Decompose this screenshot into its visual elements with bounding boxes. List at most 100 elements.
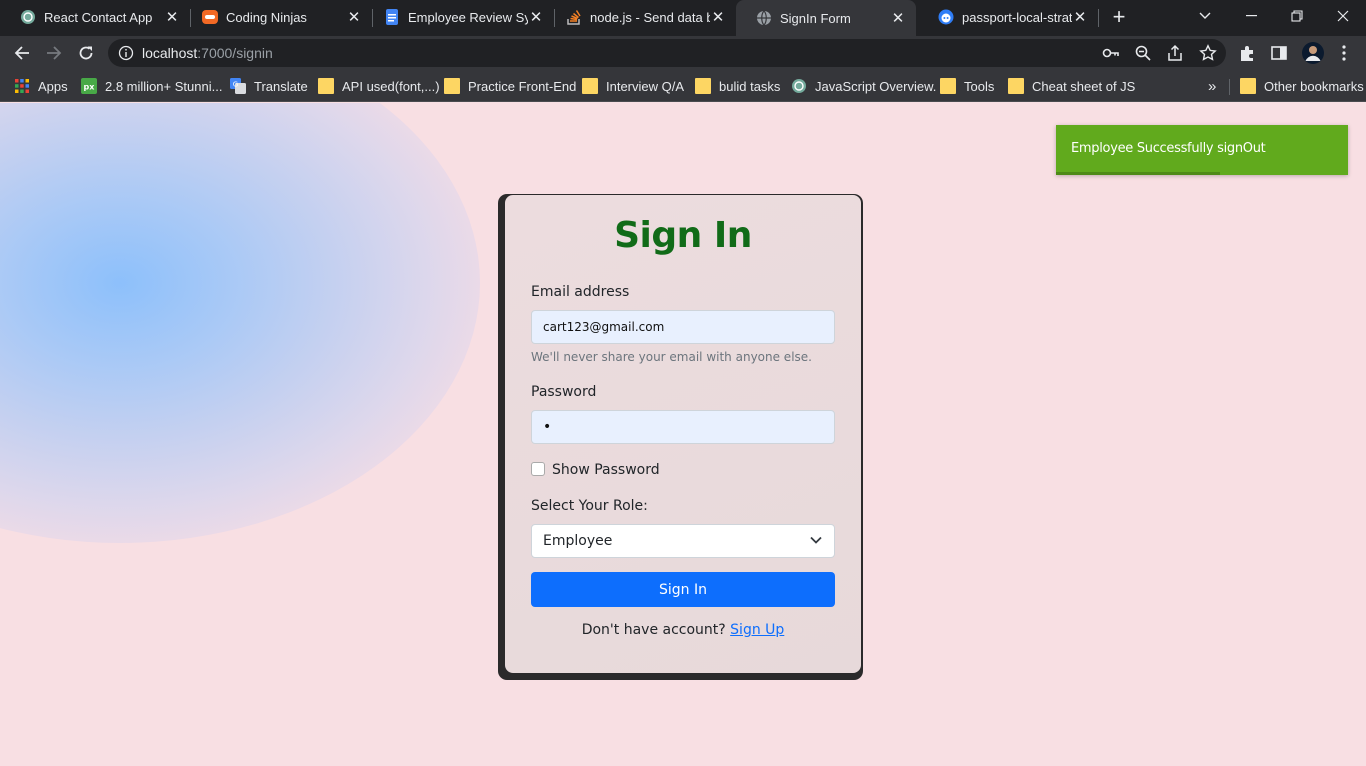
folder-icon <box>940 78 956 94</box>
pixabay-icon: px <box>81 78 97 94</box>
apps-grid-icon <box>15 79 29 93</box>
new-tab-button[interactable]: + <box>1108 6 1130 28</box>
zoom-icon[interactable] <box>1134 44 1152 62</box>
browser-toolbar: localhost:7000/signin <box>0 36 1366 70</box>
show-password-label[interactable]: Show Password <box>552 462 660 478</box>
google-translate-icon: G <box>230 78 246 94</box>
role-select[interactable]: Employee <box>531 524 835 558</box>
bookmark-folder-bulid[interactable]: bulid tasks <box>695 76 780 96</box>
folder-icon <box>1008 78 1024 94</box>
tab-nodejs-stackoverflow[interactable]: node.js - Send data ba ✕ <box>546 0 736 34</box>
share-icon[interactable] <box>1166 44 1184 62</box>
reload-button[interactable] <box>73 40 99 66</box>
bookmark-pixabay[interactable]: px 2.8 million+ Stunni... <box>81 76 222 96</box>
bookmark-javascript-overview[interactable]: JavaScript Overview. <box>791 76 936 96</box>
bookmark-translate[interactable]: G Translate <box>230 76 308 96</box>
bookmarks-overflow-button[interactable]: » <box>1208 76 1216 96</box>
avatar[interactable] <box>1302 42 1324 64</box>
svg-text:px: px <box>84 83 96 92</box>
stackoverflow-icon <box>567 10 581 25</box>
tab-title: Employee Review Syst <box>408 9 528 25</box>
tab-search-button[interactable] <box>1182 0 1228 32</box>
form-title: Sign In <box>614 215 752 256</box>
close-window-button[interactable] <box>1320 0 1366 32</box>
back-button[interactable] <box>9 40 35 66</box>
bookmark-label: bulid tasks <box>719 78 781 94</box>
close-icon[interactable]: ✕ <box>528 8 544 26</box>
folder-icon <box>695 78 711 94</box>
tab-employee-review[interactable]: Employee Review Syst ✕ <box>364 0 554 34</box>
toast-progress-bar <box>1056 172 1220 175</box>
more-menu-icon[interactable] <box>1335 44 1353 62</box>
bookmark-apps[interactable]: Apps <box>14 76 68 96</box>
email-field[interactable]: cart123@gmail.com <box>531 310 835 344</box>
bookmark-label: Practice Front-End <box>468 78 577 94</box>
arrow-right-icon <box>47 46 62 60</box>
tab-separator <box>1098 9 1099 27</box>
toast-message: Employee Successfully signOut <box>1071 141 1266 156</box>
close-icon[interactable]: ✕ <box>346 8 362 26</box>
github-icon <box>938 9 954 25</box>
tab-title: node.js - Send data ba <box>590 9 710 25</box>
tab-coding-ninjas[interactable]: Coding Ninjas ✕ <box>182 0 372 34</box>
background-gradient-blob <box>0 103 480 543</box>
close-icon[interactable]: ✕ <box>710 8 726 26</box>
bookmark-label: Apps <box>38 78 68 94</box>
signin-button[interactable]: Sign In <box>531 572 835 607</box>
signin-card-shadow: Sign In Email address cart123@gmail.com … <box>498 194 863 680</box>
folder-icon <box>582 78 598 94</box>
bookmark-label: 2.8 million+ Stunni... <box>105 78 223 94</box>
bookmark-folder-practice[interactable]: Practice Front-End <box>444 76 576 96</box>
arrow-left-icon <box>14 46 29 60</box>
key-icon[interactable] <box>1102 44 1120 62</box>
url-text: localhost:7000/signin <box>142 45 273 61</box>
role-label: Select Your Role: <box>531 498 648 514</box>
signup-prompt: Don't have account? Sign Up <box>505 622 861 638</box>
folder-icon <box>1240 78 1256 94</box>
show-password-checkbox[interactable] <box>531 462 545 476</box>
close-icon[interactable]: ✕ <box>164 8 180 26</box>
folder-icon <box>318 78 334 94</box>
bookmark-label: Cheat sheet of JS <box>1032 78 1136 94</box>
bookmark-label: Translate <box>254 78 308 94</box>
tab-signin-form[interactable]: SignIn Form ✕ <box>736 0 916 36</box>
star-icon[interactable] <box>1199 44 1217 62</box>
restore-button[interactable] <box>1274 0 1320 32</box>
side-panel-icon[interactable] <box>1270 44 1288 62</box>
svg-text:G: G <box>233 81 238 89</box>
info-icon[interactable] <box>118 45 134 61</box>
extensions-icon[interactable] <box>1238 44 1256 62</box>
bookmark-label: Other bookmarks <box>1264 78 1364 94</box>
bookmark-label: JavaScript Overview. <box>815 78 937 94</box>
close-icon <box>1337 10 1349 22</box>
signup-prompt-text: Don't have account? <box>581 622 726 638</box>
bookmark-other-bookmarks[interactable]: Other bookmarks <box>1240 76 1364 96</box>
minimize-button[interactable] <box>1228 0 1274 32</box>
signin-card: Sign In Email address cart123@gmail.com … <box>505 195 861 673</box>
chevron-down-icon <box>810 536 822 544</box>
reload-icon <box>79 46 93 60</box>
bookmark-folder-api[interactable]: API used(font,...) <box>318 76 440 96</box>
tab-title: SignIn Form <box>780 10 851 26</box>
tab-react-contact-app[interactable]: React Contact App ✕ <box>0 0 190 34</box>
bookmark-folder-interview[interactable]: Interview Q/A <box>582 76 684 96</box>
password-field[interactable]: • <box>531 410 835 444</box>
page-content: Employee Successfully signOut Sign In Em… <box>0 103 1366 766</box>
openai-icon <box>21 10 35 24</box>
address-bar[interactable]: localhost:7000/signin <box>108 39 1226 67</box>
openai-icon <box>792 79 806 93</box>
bookmark-folder-cheatsheet[interactable]: Cheat sheet of JS <box>1008 76 1135 96</box>
forward-button[interactable] <box>41 40 67 66</box>
email-label: Email address <box>531 284 630 300</box>
browser-tab-strip: React Contact App ✕ Coding Ninjas ✕ Empl… <box>0 0 1366 36</box>
signup-link[interactable]: Sign Up <box>730 622 784 638</box>
bookmark-label: Tools <box>964 78 995 94</box>
bookmark-folder-tools[interactable]: Tools <box>940 76 994 96</box>
tab-title: React Contact App <box>44 9 153 25</box>
close-icon[interactable]: ✕ <box>890 9 906 27</box>
notification-toast[interactable]: Employee Successfully signOut <box>1056 125 1348 175</box>
bookmark-label: API used(font,...) <box>342 78 440 94</box>
close-icon[interactable]: ✕ <box>1072 8 1088 26</box>
tab-passport-local[interactable]: passport-local-strateg ✕ <box>918 0 1098 34</box>
minimize-icon <box>1245 15 1257 17</box>
